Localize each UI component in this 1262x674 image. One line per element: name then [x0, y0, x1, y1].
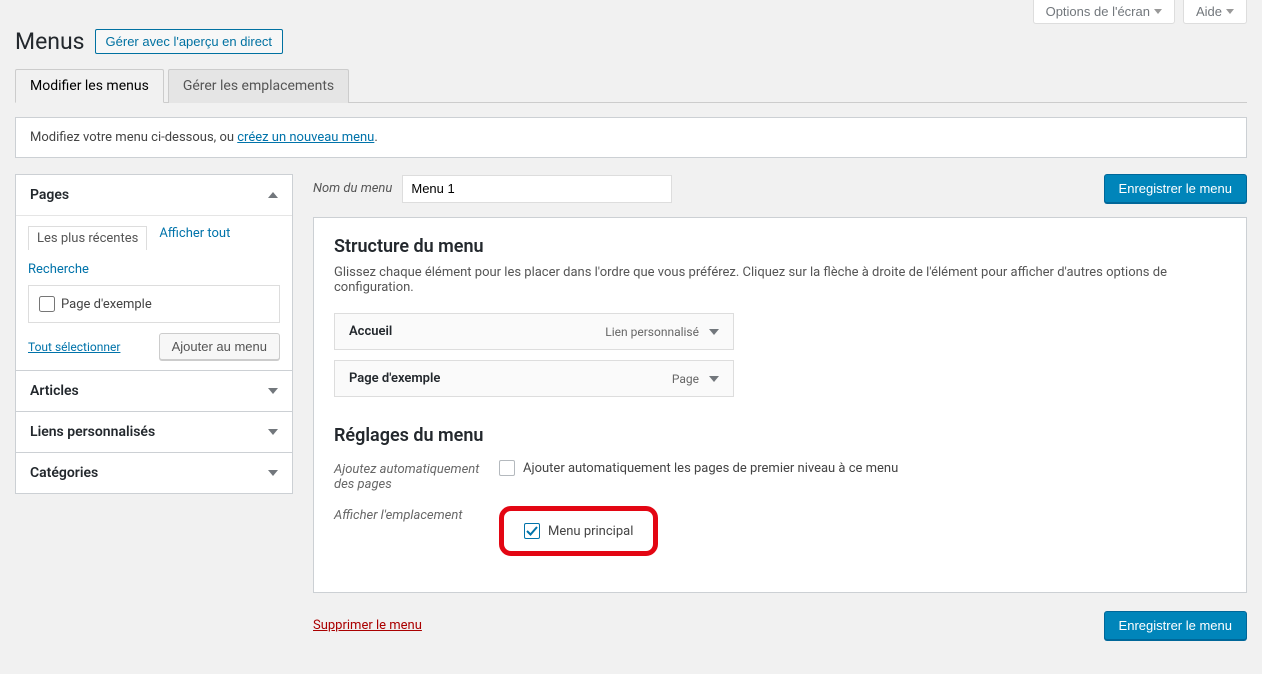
- location-checkbox-label: Menu principal: [548, 524, 633, 539]
- metabox-title-categories: Catégories: [30, 465, 98, 481]
- page-item-checkbox[interactable]: [39, 296, 55, 312]
- settings-heading: Réglages du menu: [334, 425, 1226, 446]
- auto-add-checkbox[interactable]: [499, 460, 515, 476]
- page-item-label: Page d'exemple: [61, 297, 152, 312]
- chevron-down-icon: [268, 388, 278, 394]
- pages-tab-all[interactable]: Afficher tout: [159, 226, 230, 250]
- tab-edit-menus[interactable]: Modifier les menus: [15, 69, 164, 103]
- check-icon: [526, 525, 538, 537]
- info-prefix: Modifiez votre menu ci-dessous, ou: [30, 130, 237, 145]
- chevron-down-icon: [268, 429, 278, 435]
- help-label: Aide: [1196, 4, 1222, 19]
- chevron-down-icon: [1154, 9, 1162, 14]
- display-location-label: Afficher l'emplacement: [334, 506, 499, 523]
- chevron-down-icon: [268, 470, 278, 476]
- tab-manage-locations[interactable]: Gérer les emplacements: [168, 69, 349, 103]
- add-to-menu-button[interactable]: Ajouter au menu: [159, 333, 280, 360]
- menu-item-type: Lien personnalisé: [605, 325, 699, 339]
- metabox-header-categories[interactable]: Catégories: [16, 453, 292, 493]
- metabox-title-pages: Pages: [30, 187, 69, 203]
- structure-desc: Glissez chaque élément pour les placer d…: [334, 265, 1226, 295]
- page-title: Menus: [15, 28, 85, 55]
- screen-options-button[interactable]: Options de l'écran: [1033, 0, 1175, 24]
- menu-name-input[interactable]: [402, 175, 672, 203]
- pages-tab-search[interactable]: Recherche: [28, 262, 89, 277]
- metabox-header-pages[interactable]: Pages: [16, 175, 292, 216]
- metabox-header-custom-links[interactable]: Liens personnalisés: [16, 412, 292, 452]
- metabox-title-articles: Articles: [30, 383, 79, 399]
- live-preview-button[interactable]: Gérer avec l'aperçu en direct: [95, 29, 284, 54]
- create-new-menu-link[interactable]: créez un nouveau menu: [237, 130, 374, 145]
- save-menu-button-bottom[interactable]: Enregistrer le menu: [1104, 611, 1247, 640]
- pages-tab-recent[interactable]: Les plus récentes: [28, 226, 147, 250]
- highlight-box: Menu principal: [499, 506, 658, 556]
- metabox-title-custom-links: Liens personnalisés: [30, 424, 155, 440]
- chevron-down-icon: [1226, 9, 1234, 14]
- chevron-down-icon[interactable]: [709, 376, 719, 382]
- info-suffix: .: [374, 130, 377, 145]
- menu-item-title: Accueil: [349, 324, 392, 339]
- auto-add-label: Ajoutez automatiquement des pages: [334, 460, 499, 492]
- menu-item-title: Page d'exemple: [349, 371, 440, 386]
- location-checkbox[interactable]: [524, 523, 540, 539]
- page-item[interactable]: Page d'exemple: [39, 296, 269, 312]
- menu-item-type: Page: [672, 372, 699, 386]
- info-box: Modifiez votre menu ci-dessous, ou créez…: [15, 117, 1247, 158]
- chevron-down-icon[interactable]: [709, 329, 719, 335]
- menu-item[interactable]: Page d'exemple Page: [334, 360, 734, 397]
- menu-item[interactable]: Accueil Lien personnalisé: [334, 313, 734, 350]
- save-menu-button-top[interactable]: Enregistrer le menu: [1104, 174, 1247, 203]
- chevron-up-icon: [268, 192, 278, 198]
- metabox-header-articles[interactable]: Articles: [16, 371, 292, 411]
- menu-name-label: Nom du menu: [313, 181, 392, 196]
- help-button[interactable]: Aide: [1183, 0, 1247, 24]
- screen-options-label: Options de l'écran: [1046, 4, 1150, 19]
- delete-menu-link[interactable]: Supprimer le menu: [313, 618, 422, 633]
- auto-add-checkbox-label: Ajouter automatiquement les pages de pre…: [523, 461, 898, 476]
- select-all-link[interactable]: Tout sélectionner: [28, 340, 120, 354]
- structure-heading: Structure du menu: [334, 236, 1226, 257]
